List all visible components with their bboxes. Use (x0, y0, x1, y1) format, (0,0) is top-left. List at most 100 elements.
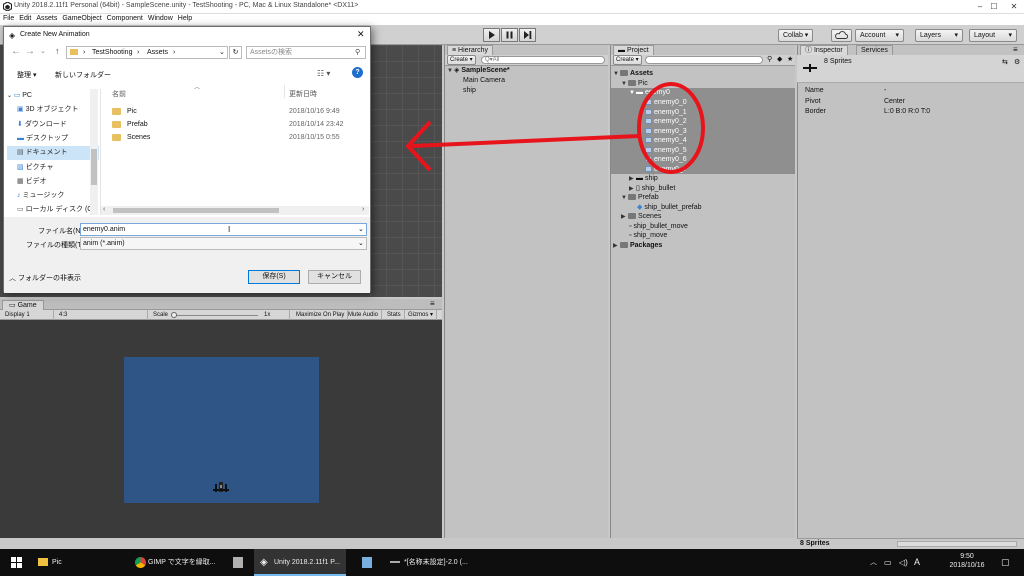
column-header-date[interactable]: 更新日時 (289, 89, 317, 99)
volume-icon[interactable]: ◁) (899, 549, 908, 576)
dialog-search-input[interactable]: Assetsの検索 ⚲ (246, 46, 366, 59)
menu-component[interactable]: Component (104, 14, 145, 22)
scroll-right-icon[interactable]: › (362, 206, 364, 213)
play-button[interactable] (483, 28, 500, 42)
gizmos-dropdown[interactable]: Gizmos ▾ (405, 310, 438, 320)
organize-button[interactable]: 整理 ▾ (17, 70, 36, 80)
network-icon[interactable]: ▭ (884, 549, 892, 576)
step-button[interactable] (519, 28, 536, 42)
menu-file[interactable]: File (0, 14, 16, 22)
nav-item-3d-objects[interactable]: ▣ 3D オブジェクト (17, 103, 99, 117)
hscrollbar-thumb[interactable] (113, 208, 279, 213)
menu-edit[interactable]: Edit (16, 14, 33, 22)
label-icon[interactable]: ◆ (777, 55, 782, 63)
taskbar-item-app[interactable] (226, 549, 250, 576)
taskbar-item-chrome[interactable]: GIMP で文字を縁取... (130, 549, 220, 576)
cancel-button[interactable]: キャンセル (308, 270, 361, 284)
tree-packages[interactable]: ▶ Packages (613, 241, 662, 251)
tab-inspector[interactable]: ⓘ Inspector (800, 45, 848, 55)
layers-dropdown[interactable]: Layers ▾ (915, 29, 963, 42)
file-list-hscrollbar[interactable]: ‹ › (101, 206, 369, 215)
nav-item-music[interactable]: ♪ ミュージック (17, 189, 99, 203)
tab-project[interactable]: ▬ Project (613, 45, 654, 55)
collab-button[interactable]: Collab ▾ (778, 29, 814, 42)
chevron-down-icon[interactable]: ⌄ (40, 47, 46, 55)
nav-item-pc[interactable]: ⌄ ▭ PC (7, 89, 99, 103)
gear-icon[interactable]: ⚙ (1014, 58, 1020, 66)
mute-audio-toggle[interactable]: Mute Audio (345, 310, 383, 320)
refresh-button[interactable]: ↻ (229, 46, 242, 59)
new-folder-button[interactable]: 新しいフォルダー (55, 70, 111, 80)
account-dropdown[interactable]: Account ▾ (855, 29, 904, 42)
nav-scrollbar-thumb[interactable] (91, 149, 97, 185)
tree-ship-bullet-move[interactable]: ▫ ship_bullet_move (629, 222, 688, 232)
tab-services[interactable]: Services (856, 45, 893, 55)
file-row-prefab[interactable]: Prefab 2018/10/14 23:42 (112, 118, 362, 131)
back-arrow-icon[interactable]: ← (11, 46, 21, 57)
star-icon[interactable]: ★ (787, 55, 793, 63)
filter-icon[interactable]: ⚲ (767, 55, 772, 63)
taskbar-item-gimp[interactable]: *[名称未設定]-2.0 (... (386, 549, 472, 576)
address-bar[interactable]: › TestShooting › Assets › ⌄ (66, 46, 228, 59)
pause-button[interactable] (501, 28, 518, 42)
taskbar-item-explorer[interactable]: Pic (32, 549, 128, 576)
cloud-button[interactable] (831, 29, 852, 42)
nav-item-downloads[interactable]: ⬇ ダウンロード (17, 118, 99, 132)
hierarchy-create-button[interactable]: Create ▾ (447, 55, 476, 65)
project-create-button[interactable]: Create ▾ (613, 55, 642, 65)
ime-indicator[interactable]: A (914, 549, 920, 576)
forward-arrow-icon[interactable]: → (25, 46, 35, 57)
save-button[interactable]: 保存(S) (248, 270, 300, 284)
file-row-pic[interactable]: Pic 2018/10/16 9:49 (112, 105, 362, 118)
tree-assets[interactable]: ▼ Assets (613, 69, 653, 79)
maximize-on-play-toggle[interactable]: Maximize On Play (293, 310, 349, 320)
dialog-close-icon[interactable]: ✕ (357, 29, 365, 40)
taskbar-item-editor[interactable] (355, 549, 379, 576)
scale-slider-handle[interactable] (171, 312, 177, 318)
panel-menu-icon[interactable]: ≡ (430, 299, 435, 308)
column-header-name[interactable]: 名前 (112, 89, 126, 99)
hide-folders-toggle[interactable]: ︿ フォルダーの非表示 (9, 273, 81, 283)
tree-ship-move[interactable]: ▫ ship_move (629, 231, 667, 241)
tray-up-arrow-icon[interactable]: ︿ (870, 549, 877, 576)
breadcrumb-assets[interactable]: Assets (147, 47, 168, 58)
project-search-input[interactable] (645, 56, 763, 64)
display-dropdown[interactable]: Display 1 (2, 310, 54, 320)
chevron-down-icon[interactable]: ⌄ (219, 47, 225, 58)
breadcrumb-testshooting[interactable]: TestShooting (92, 47, 132, 58)
prop-border-value[interactable]: L:0 B:0 R:0 T:0 (884, 106, 930, 117)
taskbar-item-unity[interactable]: ◈ Unity 2018.2.11f1 P... (254, 549, 346, 576)
panel-menu-icon[interactable]: ≡ (1013, 45, 1018, 54)
filename-input[interactable]: enemy0.anim I ⌄ (80, 223, 367, 236)
nav-item-pictures[interactable]: ▨ ピクチャ (17, 161, 99, 175)
start-button[interactable] (6, 549, 28, 576)
notification-icon[interactable]: ▢ (1001, 549, 1010, 576)
scroll-left-icon[interactable]: ‹ (103, 206, 105, 213)
stats-toggle[interactable]: Stats (384, 310, 405, 320)
tree-ship-bullet-prefab[interactable]: ◆ ship_bullet_prefab (637, 203, 702, 213)
up-arrow-icon[interactable]: ↑ (55, 46, 60, 56)
tree-prefab[interactable]: ▼ Prefab (621, 193, 659, 203)
nav-scrollbar[interactable] (90, 89, 98, 215)
menu-help[interactable]: Help (175, 14, 194, 22)
layout-dropdown[interactable]: Layout ▾ (969, 29, 1017, 42)
help-icon[interactable]: ? (352, 67, 363, 78)
tab-hierarchy[interactable]: ≡ Hierarchy (447, 45, 493, 55)
settings-icon[interactable]: ⇆ (1002, 58, 1008, 66)
preview-resize-bar[interactable] (897, 541, 1017, 547)
hierarchy-search-input[interactable]: Q▾All (481, 56, 605, 64)
nav-item-local-disk[interactable]: ▭ ローカル ディスク (C (17, 203, 99, 217)
chevron-down-icon[interactable]: ⌄ (358, 224, 364, 235)
nav-item-desktop[interactable]: ▬ デスクトップ (17, 132, 99, 146)
nav-item-videos[interactable]: ▦ ビデオ (17, 175, 99, 189)
menu-assets[interactable]: Assets (33, 14, 59, 22)
prop-pivot-value[interactable]: Center (884, 96, 905, 107)
close-button[interactable]: ✕ (1004, 0, 1024, 14)
file-row-scenes[interactable]: Scenes 2018/10/15 0:55 (112, 131, 362, 144)
clock[interactable]: 9:50 2018/10/16 (942, 553, 992, 569)
view-options-icon[interactable]: ☷ ▾ (317, 69, 330, 78)
column-divider[interactable] (284, 85, 285, 98)
scene-root-row[interactable]: ▼◈ SampleScene* (447, 66, 510, 76)
nav-item-documents[interactable]: ▤ ドキュメント (7, 146, 99, 161)
aspect-dropdown[interactable]: 4:3 (56, 310, 148, 320)
